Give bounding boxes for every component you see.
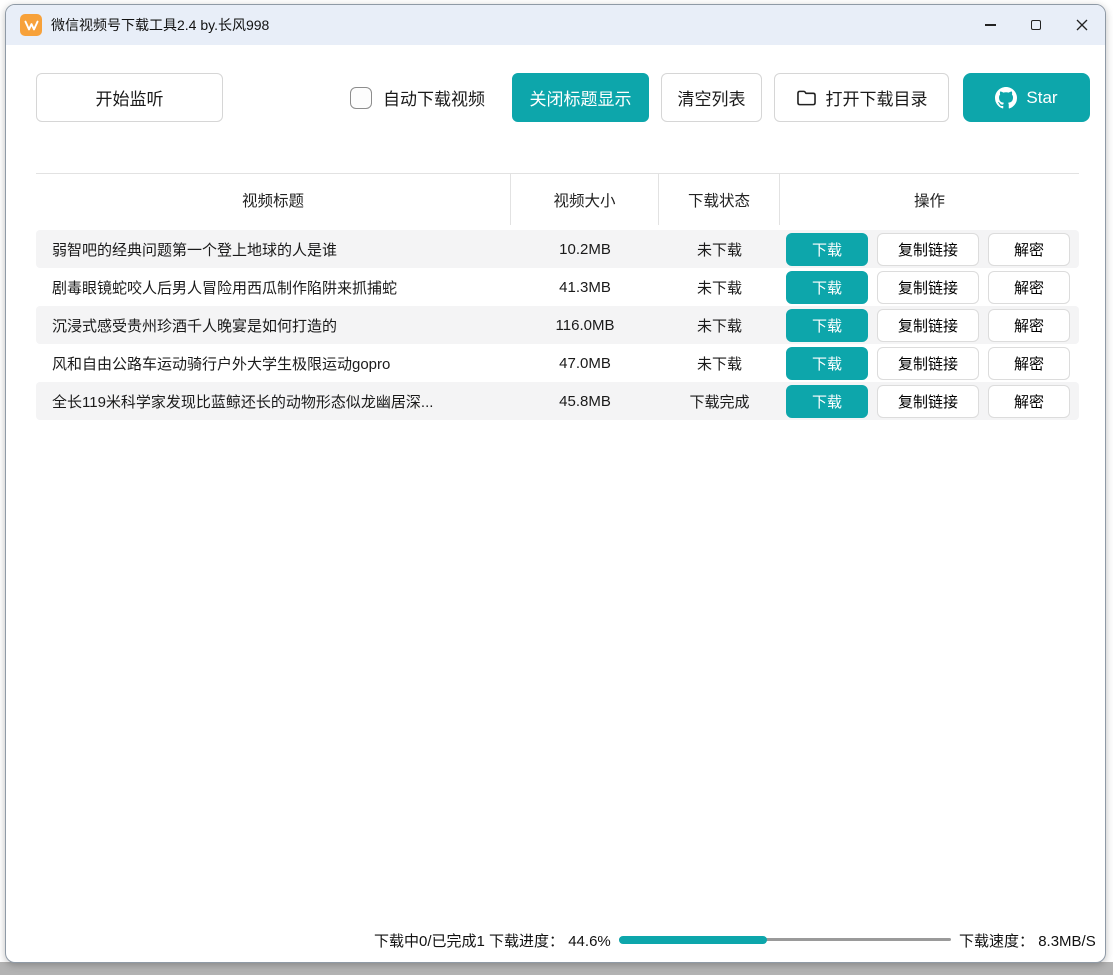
table-row: 弱智吧的经典问题第一个登上地球的人是谁 10.2MB 未下载 下载 复制链接 解… (36, 230, 1079, 268)
close-icon (1076, 19, 1088, 31)
status-bar: 下载中0/已完成1 下载进度： 44.6% 下载速度： 8.3MB/S (6, 924, 1105, 954)
decrypt-button[interactable]: 解密 (988, 233, 1070, 266)
auto-download-checkbox[interactable] (350, 87, 372, 109)
download-status: 未下载 (659, 239, 780, 260)
download-counts: 下载中0/已完成1 (374, 933, 485, 950)
auto-download-group: 自动下载视频 (350, 73, 485, 122)
window-title: 微信视频号下载工具2.4 by.长风998 (51, 15, 269, 35)
table-header: 视频标题 视频大小 下载状态 操作 (36, 173, 1079, 225)
copy-link-button[interactable]: 复制链接 (877, 271, 979, 304)
download-button[interactable]: 下载 (786, 233, 868, 266)
download-button[interactable]: 下载 (786, 347, 868, 380)
progress-label: 下载进度： (489, 933, 564, 950)
github-star-button[interactable]: Star (963, 73, 1090, 122)
download-status: 下载完成 (659, 391, 780, 412)
download-button[interactable]: 下载 (786, 271, 868, 304)
window-controls (967, 5, 1105, 45)
video-title: 弱智吧的经典问题第一个登上地球的人是谁 (36, 239, 511, 260)
download-status: 未下载 (659, 353, 780, 374)
titlebar: 微信视频号下载工具2.4 by.长风998 (6, 5, 1105, 45)
open-download-dir-button[interactable]: 打开下载目录 (774, 73, 949, 122)
download-status: 未下载 (659, 315, 780, 336)
speed-value: 8.3MB/S (1038, 933, 1096, 950)
header-video-size: 视频大小 (511, 174, 659, 225)
copy-link-button[interactable]: 复制链接 (877, 233, 979, 266)
header-download-status: 下载状态 (659, 174, 780, 225)
decrypt-button[interactable]: 解密 (988, 385, 1070, 418)
folder-icon (796, 89, 817, 107)
header-actions: 操作 (780, 174, 1079, 225)
video-title: 风和自由公路车运动骑行户外大学生极限运动gopro (36, 353, 511, 374)
app-window: 微信视频号下载工具2.4 by.长风998 开始监听 自动下载视频 关闭标题显示… (5, 4, 1106, 963)
download-progress-text: 下载中0/已完成1 下载进度： 44.6% (374, 930, 611, 951)
video-title: 全长119米科学家发现比蓝鲸还长的动物形态似龙幽居深... (36, 391, 511, 412)
clear-list-button[interactable]: 清空列表 (661, 73, 762, 122)
github-star-label: Star (1026, 88, 1057, 108)
video-size: 10.2MB (511, 241, 659, 258)
table-row: 沉浸式感受贵州珍酒千人晚宴是如何打造的 116.0MB 未下载 下载 复制链接 … (36, 306, 1079, 344)
copy-link-button[interactable]: 复制链接 (877, 385, 979, 418)
minimize-button[interactable] (967, 5, 1013, 45)
video-size: 45.8MB (511, 393, 659, 410)
decrypt-button[interactable]: 解密 (988, 271, 1070, 304)
progress-value: 44.6% (568, 933, 611, 950)
download-button[interactable]: 下载 (786, 385, 868, 418)
video-size: 116.0MB (511, 317, 659, 334)
header-video-title: 视频标题 (36, 174, 511, 225)
decrypt-button[interactable]: 解密 (988, 347, 1070, 380)
maximize-icon (1031, 20, 1041, 30)
copy-link-button[interactable]: 复制链接 (877, 347, 979, 380)
auto-download-label: 自动下载视频 (383, 85, 485, 110)
desktop-strip (0, 962, 1113, 975)
start-listen-button[interactable]: 开始监听 (36, 73, 223, 122)
video-size: 41.3MB (511, 279, 659, 296)
progress-bar (619, 938, 951, 941)
video-size: 47.0MB (511, 355, 659, 372)
video-title: 剧毒眼镜蛇咬人后男人冒险用西瓜制作陷阱来抓捕蛇 (36, 277, 511, 298)
table-row: 全长119米科学家发现比蓝鲸还长的动物形态似龙幽居深... 45.8MB 下载完… (36, 382, 1079, 420)
download-button[interactable]: 下载 (786, 309, 868, 342)
maximize-button[interactable] (1013, 5, 1059, 45)
close-button[interactable] (1059, 5, 1105, 45)
download-status: 未下载 (659, 277, 780, 298)
window-content: 开始监听 自动下载视频 关闭标题显示 清空列表 打开下载目录 Star 视频标题… (6, 45, 1105, 962)
video-title: 沉浸式感受贵州珍酒千人晚宴是如何打造的 (36, 315, 511, 336)
close-title-display-button[interactable]: 关闭标题显示 (512, 73, 649, 122)
download-speed-text: 下载速度： 8.3MB/S (959, 930, 1096, 951)
github-icon (995, 87, 1017, 109)
open-download-dir-label: 打开下载目录 (826, 85, 928, 110)
progress-bar-fill (619, 936, 767, 944)
table-row: 剧毒眼镜蛇咬人后男人冒险用西瓜制作陷阱来抓捕蛇 41.3MB 未下载 下载 复制… (36, 268, 1079, 306)
decrypt-button[interactable]: 解密 (988, 309, 1070, 342)
app-logo-icon (20, 14, 42, 36)
copy-link-button[interactable]: 复制链接 (877, 309, 979, 342)
speed-label: 下载速度： (959, 933, 1034, 950)
table-row: 风和自由公路车运动骑行户外大学生极限运动gopro 47.0MB 未下载 下载 … (36, 344, 1079, 382)
minimize-icon (985, 24, 996, 25)
